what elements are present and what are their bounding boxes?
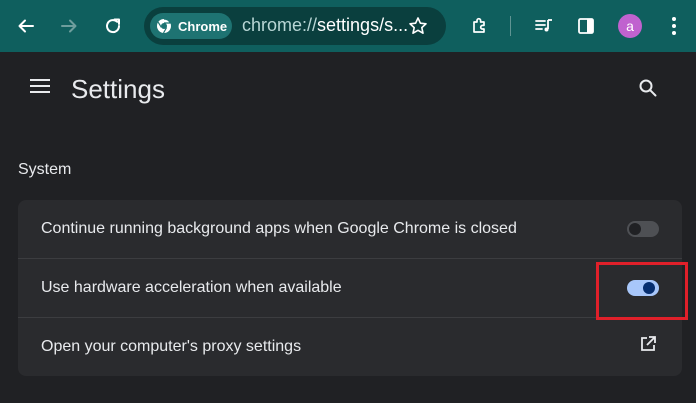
toggle-knob (643, 281, 655, 294)
setting-row-hardware-acceleration[interactable]: Use hardware acceleration when available (18, 258, 682, 316)
url-text[interactable]: chrome://settings/s... (242, 15, 408, 36)
chrome-chip[interactable]: Chrome (150, 13, 232, 39)
extensions-puzzle-icon[interactable] (466, 12, 494, 40)
reload-icon[interactable] (99, 12, 127, 40)
hamburger-menu-icon[interactable] (30, 78, 50, 99)
toolbar-divider (510, 16, 511, 36)
browser-toolbar: Chrome chrome://settings/s... a (0, 0, 696, 52)
setting-label: Open your computer's proxy settings (41, 337, 302, 355)
url-prefix: chrome:// (242, 15, 318, 35)
url-host: settings/s... (317, 15, 408, 35)
setting-label: Continue running background apps when Go… (41, 220, 517, 237)
setting-label: Use hardware acceleration when available (41, 278, 342, 296)
media-queue-icon[interactable] (530, 12, 558, 40)
more-menu-icon[interactable] (660, 12, 688, 40)
setting-row-proxy-settings[interactable]: Open your computer's proxy settings (18, 317, 682, 375)
profile-avatar[interactable]: a (618, 14, 642, 38)
side-panel-icon[interactable] (572, 12, 600, 40)
bookmark-star-icon[interactable] (404, 12, 432, 40)
search-icon[interactable] (638, 78, 658, 103)
section-title-system: System (18, 161, 72, 178)
back-arrow-icon[interactable] (12, 12, 40, 40)
system-settings-card: Continue running background apps when Go… (18, 200, 682, 376)
setting-row-background-apps[interactable]: Continue running background apps when Go… (18, 200, 682, 258)
background-apps-toggle[interactable] (627, 221, 659, 237)
forward-arrow-icon[interactable] (55, 12, 83, 40)
settings-header: Settings (0, 52, 696, 132)
open-in-new-icon[interactable] (638, 334, 658, 359)
toggle-knob (629, 223, 641, 235)
hardware-acceleration-toggle[interactable] (627, 279, 659, 296)
address-bar[interactable]: Chrome chrome://settings/s... (144, 7, 446, 45)
chip-label: Chrome (178, 18, 228, 34)
chrome-logo-icon (157, 18, 172, 34)
page-title: Settings (71, 74, 165, 104)
